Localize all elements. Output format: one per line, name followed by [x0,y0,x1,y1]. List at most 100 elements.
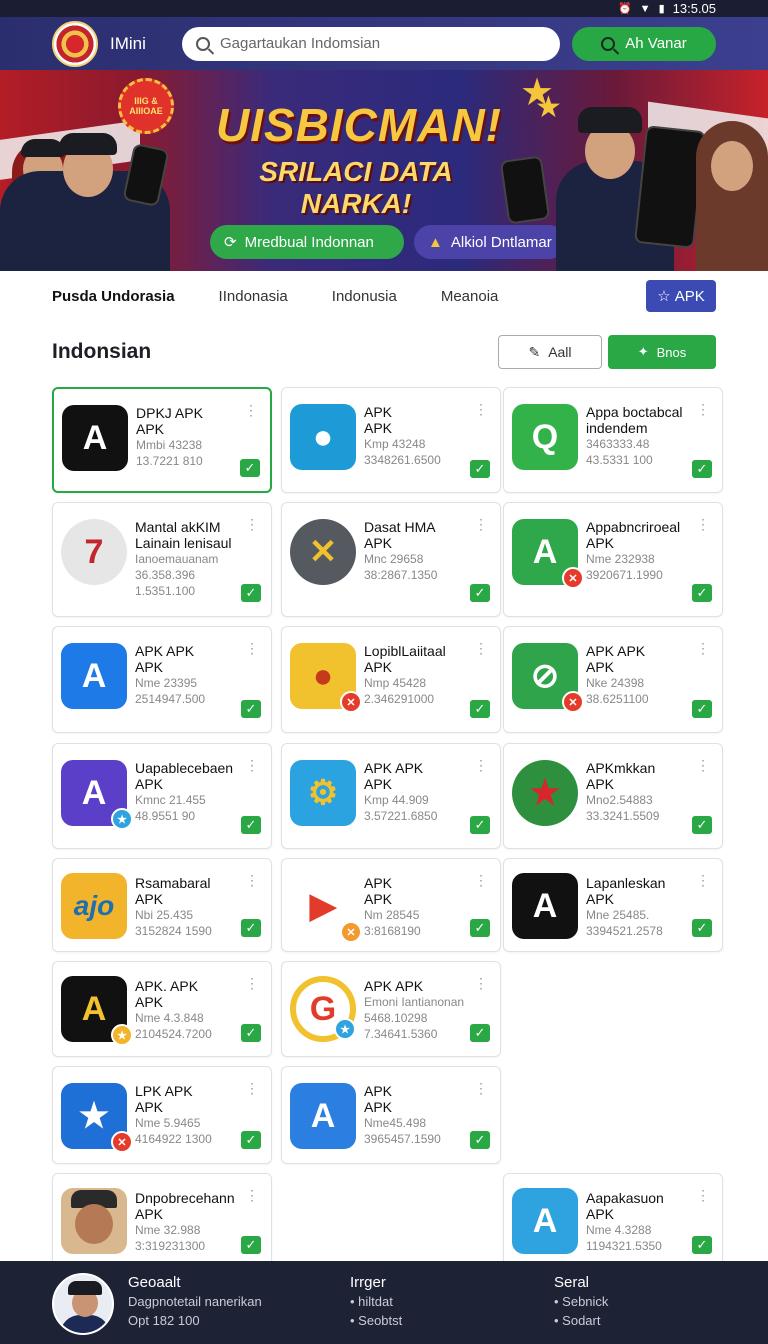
check-icon[interactable]: ✓ [241,700,261,718]
app-card[interactable]: A APK APK Nme45.498 3965457.1590 ⋮ ✓ [281,1066,501,1164]
check-icon[interactable]: ✓ [240,459,260,477]
check-icon[interactable]: ✓ [241,919,261,937]
footer-link[interactable]: • hiltdat [350,1292,554,1311]
more-options-icon[interactable]: ⋮ [696,517,710,531]
bonus-button[interactable]: ✦ Bnos [608,335,716,369]
app-card[interactable]: ● ✕ LopiblLaiitaal APK Nmp 45428 2.346291000… [281,626,501,733]
category-tabs: Pusda Undorasia IIndonasia Indonusia Mea… [0,271,768,321]
more-options-icon[interactable]: ⋮ [696,758,710,772]
check-icon[interactable]: ✓ [241,816,261,834]
check-icon[interactable]: ✓ [692,1236,712,1254]
tab-indonusia[interactable]: Indonusia [332,288,397,305]
app-card[interactable]: ajo Rsamabaral APK Nbi 25.435 3152824 1590 … [52,858,272,952]
avatar[interactable] [52,1273,114,1335]
more-options-icon[interactable]: ⋮ [474,641,488,655]
phone-image [499,155,551,225]
more-options-icon[interactable]: ⋮ [474,1081,488,1095]
more-options-icon[interactable]: ⋮ [245,1081,259,1095]
app-meta: 3348261.6500 [364,453,441,467]
more-options-icon[interactable]: ⋮ [696,641,710,655]
hero-banner[interactable]: ★ ★ IIIG & AIIIOAE UISBICMAN! SRILACI DA… [0,70,768,271]
app-card[interactable]: Q Appa boctabcal indendem 3463333.48 43.533… [503,387,723,493]
check-icon[interactable]: ✓ [241,1131,261,1149]
app-card[interactable]: ▶ ✕ APK APK Nm 28545 3:8168190 ⋮ ✓ [281,858,501,952]
banner-button-primary[interactable]: ⟳ Mredbual Indonnan [210,225,404,259]
more-options-icon[interactable]: ⋮ [474,976,488,990]
app-subtitle: APK [135,891,164,907]
all-button[interactable]: ✎ Aall [498,335,602,369]
app-card[interactable]: ⊘ ✕ APK APK APK Nke 24398 38.6251100 ⋮ ✓ [503,626,723,733]
app-card[interactable]: A ★ Uapablecebaen APK Kmnc 21.455 48.9551 90… [52,743,272,849]
check-icon[interactable]: ✓ [692,816,712,834]
app-card[interactable]: A Lapanleskan APK Mne 25485. 3394521.2578 ⋮… [503,858,723,952]
more-options-icon[interactable]: ⋮ [244,403,258,417]
app-card[interactable]: 7 Mantal akKIM Lainain lenisaul Ianoemauan… [52,502,272,617]
tab-iindonasia[interactable]: IIndonasia [219,288,288,305]
app-title: Mantal akKIM [135,519,221,535]
more-options-icon[interactable]: ⋮ [696,1188,710,1202]
app-title: Dasat HMA [364,519,436,535]
more-options-icon[interactable]: ⋮ [245,976,259,990]
more-options-icon[interactable]: ⋮ [245,641,259,655]
check-icon[interactable]: ✓ [241,1236,261,1254]
footer-link[interactable]: • Sebnick [554,1292,608,1311]
app-name: IMini [110,33,146,53]
more-options-icon[interactable]: ⋮ [696,402,710,416]
more-options-icon[interactable]: ⋮ [696,873,710,887]
app-meta: 33.3241.5509 [586,809,660,823]
app-meta: Nme 5.9465 [135,1116,201,1130]
check-icon[interactable]: ✓ [692,700,712,718]
app-meta: 36.358.396 [135,568,196,582]
tab-pusda-undorasia[interactable]: Pusda Undorasia [52,288,175,305]
app-card[interactable]: ● APK APK Kmp 43248 3348261.6500 ⋮ ✓ [281,387,501,493]
app-card[interactable]: A ★ APK. APK APK Nme 4.3.848 2104524.7200 ⋮ ✓ [52,961,272,1057]
search-button-label: Ah Vanar [625,35,687,52]
more-options-icon[interactable]: ⋮ [474,873,488,887]
check-icon[interactable]: ✓ [470,584,490,602]
more-options-icon[interactable]: ⋮ [474,402,488,416]
app-icon [61,1188,127,1254]
app-card[interactable]: ★ APKmkkan APK Mno2.54883 33.3241.5509 ⋮ ✓ [503,743,723,849]
app-meta: 1194321.5350 [586,1239,662,1253]
search-button[interactable]: Ah Vanar [572,26,716,61]
search-input[interactable]: Gagartaukan Indomsian [182,26,560,61]
app-card[interactable]: A ✕ Appabncriroeal APK Nme 232938 3920671.19… [503,502,723,617]
app-meta: 3920671.1990 [586,568,663,582]
check-icon[interactable]: ✓ [470,919,490,937]
more-options-icon[interactable]: ⋮ [474,517,488,531]
check-icon[interactable]: ✓ [470,700,490,718]
more-options-icon[interactable]: ⋮ [245,873,259,887]
app-logo[interactable] [52,20,98,67]
check-icon[interactable]: ✓ [692,919,712,937]
check-icon[interactable]: ✓ [241,1024,261,1042]
check-icon[interactable]: ✓ [470,1024,490,1042]
more-options-icon[interactable]: ⋮ [474,758,488,772]
footer-link[interactable]: • Sodart [554,1311,608,1330]
check-icon[interactable]: ✓ [692,584,712,602]
app-card[interactable]: ★ ✕ LPK APK APK Nme 5.9465 4164922 1300 ⋮ ✓ [52,1066,272,1164]
promo-badge: IIIG & AIIIOAE [118,78,174,134]
check-icon[interactable]: ✓ [470,816,490,834]
check-icon[interactable]: ✓ [470,1131,490,1149]
app-meta: 48.9551 90 [135,809,196,823]
app-card[interactable]: Dnpobrecehann APK Nme 32.988 3:319231300 ⋮ ✓ [52,1173,272,1269]
check-icon[interactable]: ✓ [470,460,490,478]
app-card[interactable]: ⚙ APK APK APK Kmp 44.909 3.57221.6850 ⋮ ✓ [281,743,501,849]
all-button-label: Aall [548,344,572,360]
check-icon[interactable]: ✓ [692,460,712,478]
app-card[interactable]: A APK APK APK Nme 23395 2514947.500 ⋮ ✓ [52,626,272,733]
app-card[interactable]: A Aapakasuon APK Nme 4.3288 1194321.5350 ⋮ ✓ [503,1173,723,1269]
more-options-icon[interactable]: ⋮ [245,758,259,772]
app-card[interactable]: G ★ APK APK Emoni Iantianonan 5468.10298 7.3… [281,961,501,1057]
section-title: Indonsian [52,340,152,363]
banner-button-secondary[interactable]: ▲ Alkiol Dntlamar [414,225,566,259]
app-subtitle: APK [136,421,165,437]
app-card[interactable]: ✕ Dasat HMA APK Mnc 29658 38:2867.1350 ⋮ ✓ [281,502,501,617]
more-options-icon[interactable]: ⋮ [245,517,259,531]
check-icon[interactable]: ✓ [241,584,261,602]
tab-meanoia[interactable]: Meanoia [441,288,499,305]
app-card[interactable]: A DPKJ APK APK Mmbi 43238 13.7221 810 ⋮ ✓ [52,387,272,493]
apk-button[interactable]: ☆ APK [646,280,716,312]
footer-link[interactable]: • Seobtst [350,1311,554,1330]
more-options-icon[interactable]: ⋮ [245,1188,259,1202]
